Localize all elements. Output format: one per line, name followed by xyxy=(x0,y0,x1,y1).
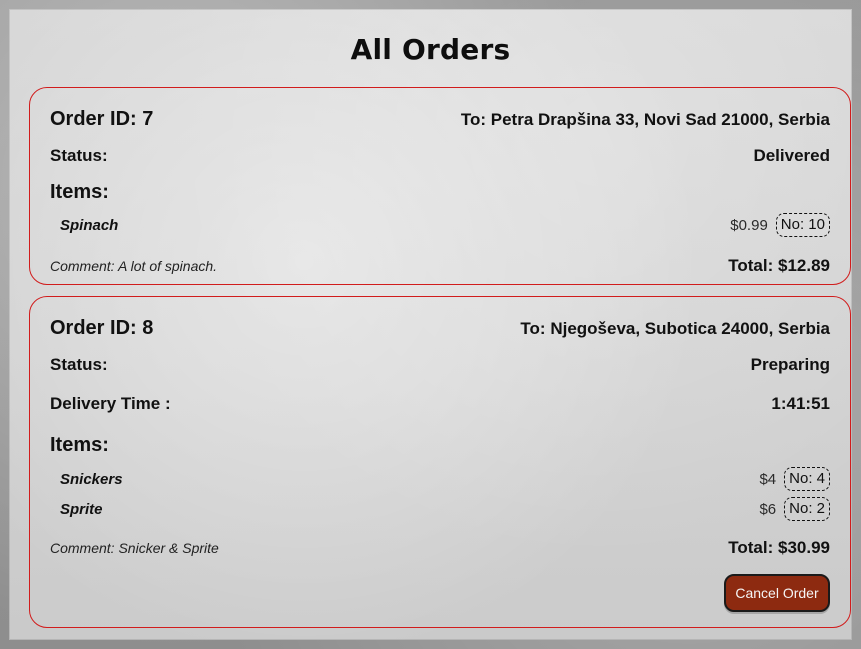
delivery-time-label: Delivery Time : xyxy=(50,394,171,413)
order-total: Total: $30.99 xyxy=(728,538,830,557)
cancel-order-button[interactable]: Cancel Order xyxy=(724,574,830,612)
delivery-address: To: Petra Drapšina 33, Novi Sad 21000, S… xyxy=(460,110,830,129)
delivery-address: To: Njegoševa, Subotica 24000, Serbia xyxy=(520,319,830,338)
item-name: Spinach xyxy=(60,216,119,234)
order-card: Order ID: 7 To: Petra Drapšina 33, Novi … xyxy=(29,87,851,285)
status-value: Preparing xyxy=(750,355,830,374)
items-header-row: Items: xyxy=(50,434,830,457)
item-right: $0.99 No: 10 xyxy=(730,213,830,237)
order-comment: Comment: Snicker & Sprite xyxy=(50,540,219,556)
order-status-row: Status: Preparing xyxy=(50,355,830,375)
quantity-badge: No: 10 xyxy=(775,213,830,237)
order-footer: Comment: A lot of spinach. Total: $12.89 xyxy=(50,256,830,276)
list-item: Sprite $6 No: 2 xyxy=(50,497,830,521)
item-name: Snickers xyxy=(60,470,123,488)
status-value: Delivered xyxy=(753,146,830,165)
items-header-row: Items: xyxy=(50,181,830,204)
list-item: Snickers $4 No: 4 xyxy=(50,467,830,491)
page-title: All Orders xyxy=(350,33,511,66)
status-label: Status: xyxy=(50,355,108,374)
items-label: Items: xyxy=(50,434,109,456)
item-price: $6 xyxy=(759,500,777,518)
order-card: Order ID: 8 To: Njegoševa, Subotica 2400… xyxy=(29,296,851,628)
list-item: Spinach $0.99 No: 10 xyxy=(50,213,830,237)
order-comment: Comment: A lot of spinach. xyxy=(50,258,218,274)
delivery-time-value: 1:41:51 xyxy=(771,394,830,413)
status-label: Status: xyxy=(50,146,108,165)
order-id: Order ID: 8 xyxy=(50,317,154,339)
quantity-badge: No: 2 xyxy=(784,497,830,521)
item-price: $0.99 xyxy=(730,216,768,234)
order-status-row: Status: Delivered xyxy=(50,146,830,166)
order-footer: Comment: Snicker & Sprite Total: $30.99 xyxy=(50,538,830,558)
item-price: $4 xyxy=(759,470,777,488)
order-id: Order ID: 7 xyxy=(50,108,154,130)
order-total: Total: $12.89 xyxy=(728,256,830,275)
item-right: $6 No: 2 xyxy=(759,497,830,521)
item-right: $4 No: 4 xyxy=(759,467,830,491)
quantity-badge: No: 4 xyxy=(784,467,830,491)
items-label: Items: xyxy=(50,181,109,203)
item-name: Sprite xyxy=(60,500,103,518)
order-header: Order ID: 8 To: Njegoševa, Subotica 2400… xyxy=(50,317,830,340)
delivery-time-row: Delivery Time : 1:41:51 xyxy=(50,394,830,414)
page-frame: All Orders Order ID: 7 To: Petra Drapšin… xyxy=(9,9,852,640)
order-header: Order ID: 7 To: Petra Drapšina 33, Novi … xyxy=(50,108,830,131)
